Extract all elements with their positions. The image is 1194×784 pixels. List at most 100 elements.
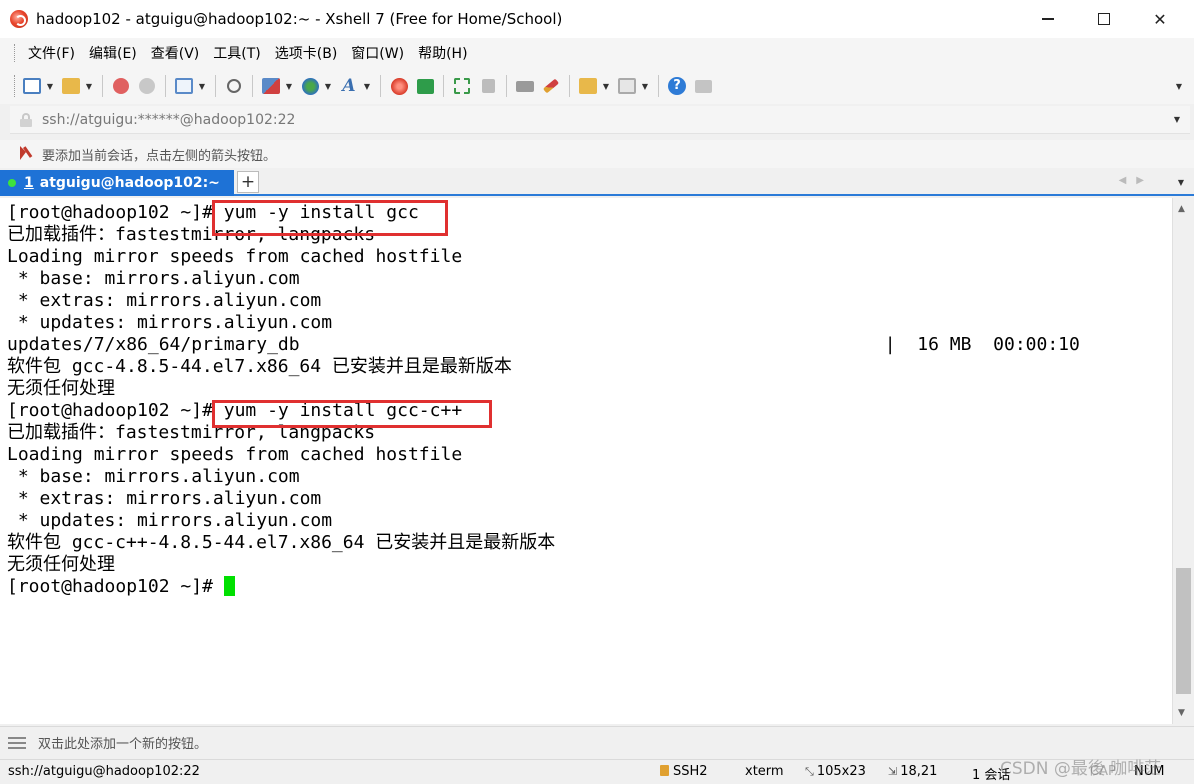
toolbar-overflow-icon[interactable]: ▼ xyxy=(1176,82,1182,91)
maximize-icon xyxy=(1098,13,1110,25)
globe-icon xyxy=(301,77,319,95)
terminal-line: * updates: mirrors.aliyun.com xyxy=(7,510,333,531)
add-session-arrow-icon[interactable] xyxy=(20,146,34,162)
fullscreen-button[interactable] xyxy=(450,74,474,98)
connected-status-icon xyxy=(8,179,16,187)
toolbar-separator xyxy=(443,75,444,97)
terminal-line: * extras: mirrors.aliyun.com xyxy=(7,488,322,509)
status-protocol: SSH2 xyxy=(660,764,708,779)
address-dropdown-icon[interactable]: ▼ xyxy=(1174,115,1180,124)
menu-tabs[interactable]: 选项卡(B) xyxy=(268,43,345,63)
terminal-line: Loading mirror speeds from cached hostfi… xyxy=(7,444,463,465)
properties-dropdown[interactable]: ▼ xyxy=(197,74,207,98)
menu-edit[interactable]: 编辑(E) xyxy=(82,43,144,63)
status-connection: ssh://atguigu@hadoop102:22 xyxy=(8,764,200,779)
help-button[interactable]: ? xyxy=(665,74,689,98)
minimize-button[interactable] xyxy=(1020,0,1076,38)
status-position: ⇲ 18,21 xyxy=(888,764,937,779)
close-icon: ✕ xyxy=(1153,9,1167,29)
close-button[interactable]: ✕ xyxy=(1132,0,1188,38)
terminal-line: 已加载插件：fastestmirror, langpacks xyxy=(7,422,376,443)
address-lock-icon xyxy=(20,112,32,127)
new-tab-button-toolbar[interactable] xyxy=(576,74,600,98)
find-button[interactable] xyxy=(222,74,246,98)
chat-button[interactable] xyxy=(691,74,715,98)
transfer-dropdown[interactable]: ▼ xyxy=(284,74,294,98)
terminal-scrollbar[interactable]: ▲ ▼ xyxy=(1172,198,1194,724)
terminal-cursor xyxy=(223,576,235,596)
maximize-button[interactable] xyxy=(1076,0,1132,38)
toolbar: ▼ ▼ ▼ ▼ ▼ A ▼ ▼ ▼ ? ▼ xyxy=(0,68,1194,104)
keyboard-button[interactable] xyxy=(513,74,537,98)
quick-command-hint: 双击此处添加一个新的按钮。 xyxy=(38,737,208,752)
new-session-dropdown[interactable]: ▼ xyxy=(45,74,55,98)
layout-dropdown[interactable]: ▼ xyxy=(640,74,650,98)
properties-button[interactable] xyxy=(172,74,196,98)
terminal-line: 已加载插件：fastestmirror, langpacks xyxy=(7,224,376,245)
menu-bar: 文件(F) 编辑(E) 查看(V) 工具(T) 选项卡(B) 窗口(W) 帮助(… xyxy=(0,38,1194,68)
command-highlight-box xyxy=(212,400,492,428)
layout-button[interactable] xyxy=(615,74,639,98)
menu-tools[interactable]: 工具(T) xyxy=(206,43,267,63)
address-input[interactable] xyxy=(42,111,1142,128)
new-tab-icon xyxy=(579,78,597,94)
toolbar-separator xyxy=(215,75,216,97)
new-session-button[interactable] xyxy=(20,74,44,98)
find-icon xyxy=(227,79,241,93)
transfer-icon xyxy=(262,78,280,94)
session-hint-bar: 要添加当前会话，点击左侧的箭头按钮。 xyxy=(0,140,1194,168)
xshell-app-icon[interactable] xyxy=(10,10,28,28)
highlight-button[interactable] xyxy=(539,74,563,98)
transfer-button[interactable] xyxy=(259,74,283,98)
menu-help[interactable]: 帮助(H) xyxy=(411,43,474,63)
toolbar-separator xyxy=(506,75,507,97)
terminal-output[interactable]: [root@hadoop102 ~]# yum -y install gcc 已… xyxy=(0,198,1172,724)
window-title: hadoop102 - atguigu@hadoop102:~ - Xshell… xyxy=(36,10,563,28)
tab-label: atguigu@hadoop102:~ xyxy=(39,175,220,191)
disconnect-button[interactable] xyxy=(135,74,159,98)
open-dropdown[interactable]: ▼ xyxy=(84,74,94,98)
session-hint-text: 要添加当前会话，点击左侧的箭头按钮。 xyxy=(42,148,277,164)
tab-scroll-arrows-icon[interactable]: ◀▶ xyxy=(1119,175,1154,186)
globe-dropdown[interactable]: ▼ xyxy=(323,74,333,98)
menu-window[interactable]: 窗口(W) xyxy=(344,43,411,63)
new-tab-button[interactable]: + xyxy=(237,171,259,193)
terminal-line: 软件包 gcc-c++-4.8.5-44.el7.x86_64 已安装并且是最新… xyxy=(7,532,556,553)
menubar-grip[interactable] xyxy=(14,44,17,62)
terminal-prompt: [root@hadoop102 ~]# xyxy=(7,576,224,597)
resize-icon: ⤡ xyxy=(805,765,814,778)
keyboard-icon xyxy=(516,80,534,92)
status-size-label: 105x23 xyxy=(816,764,866,779)
terminal-line: * base: mirrors.aliyun.com xyxy=(7,268,300,289)
scroll-down-icon[interactable]: ▼ xyxy=(1178,708,1185,718)
scrollbar-thumb[interactable] xyxy=(1176,568,1191,694)
xftp-button[interactable] xyxy=(413,74,437,98)
title-bar: hadoop102 - atguigu@hadoop102:~ - Xshell… xyxy=(0,0,1194,38)
toolbar-separator xyxy=(102,75,103,97)
menu-view[interactable]: 查看(V) xyxy=(144,43,207,63)
new-tab-dropdown[interactable]: ▼ xyxy=(601,74,611,98)
scroll-up-icon[interactable]: ▲ xyxy=(1178,204,1185,214)
xftp-icon xyxy=(416,78,434,94)
status-position-label: 18,21 xyxy=(900,764,938,779)
tab-session-1[interactable]: 1 atguigu@hadoop102:~ xyxy=(0,170,234,196)
terminal-prompt-line: [root@hadoop102 ~]# xyxy=(7,576,1172,598)
open-button[interactable] xyxy=(59,74,83,98)
open-folder-icon xyxy=(62,78,80,94)
xshell-button[interactable] xyxy=(387,74,411,98)
highlight-icon xyxy=(542,78,560,94)
lock-button[interactable] xyxy=(476,74,500,98)
disconnect-icon xyxy=(139,78,155,94)
menu-file[interactable]: 文件(F) xyxy=(21,43,82,63)
globe-button[interactable] xyxy=(298,74,322,98)
font-dropdown[interactable]: ▼ xyxy=(362,74,372,98)
terminal-line: * base: mirrors.aliyun.com xyxy=(7,466,300,487)
toolbar-separator xyxy=(658,75,659,97)
reconnect-button[interactable] xyxy=(109,74,133,98)
new-session-icon xyxy=(23,78,41,94)
toolbar-grip[interactable] xyxy=(14,75,17,97)
menu-icon[interactable] xyxy=(8,736,26,749)
csdn-watermark: CSDN @最後 咖啡茫 xyxy=(1000,759,1162,779)
tab-list-dropdown-icon[interactable]: ▼ xyxy=(1178,178,1184,187)
font-button[interactable]: A xyxy=(337,74,361,98)
